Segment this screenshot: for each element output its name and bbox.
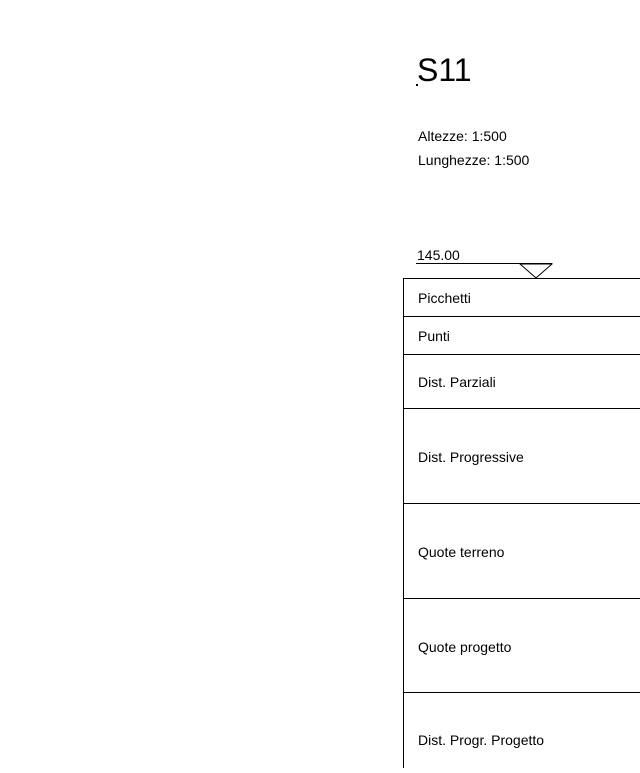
title-dot-mark <box>416 84 418 86</box>
row-label: Dist. Progr. Progetto <box>418 732 545 748</box>
row-label: Picchetti <box>418 290 471 306</box>
row-label: Dist. Progressive <box>418 449 524 465</box>
datum-triangle-icon <box>519 263 553 279</box>
table-row-quote-progetto: Quote progetto <box>404 599 640 693</box>
height-scale-label: Altezze: 1:500 <box>418 128 507 144</box>
profile-table: Picchetti Punti Dist. Parziali Dist. Pro… <box>403 278 640 768</box>
section-title: S11 <box>417 52 472 88</box>
datum-elevation-label: 145.00 <box>417 247 460 263</box>
length-scale-label: Lunghezze: 1:500 <box>418 152 530 168</box>
table-row-quote-terreno: Quote terreno <box>404 504 640 599</box>
table-row-picchetti: Picchetti <box>404 279 640 317</box>
row-label: Punti <box>418 328 450 344</box>
table-row-punti: Punti <box>404 317 640 355</box>
row-label: Dist. Parziali <box>418 374 496 390</box>
table-row-dist-progressive: Dist. Progressive <box>404 409 640 504</box>
table-row-dist-parziali: Dist. Parziali <box>404 355 640 409</box>
table-row-dist-progr-progetto: Dist. Progr. Progetto <box>404 693 640 773</box>
row-label: Quote terreno <box>418 544 505 560</box>
row-label: Quote progetto <box>418 639 512 655</box>
